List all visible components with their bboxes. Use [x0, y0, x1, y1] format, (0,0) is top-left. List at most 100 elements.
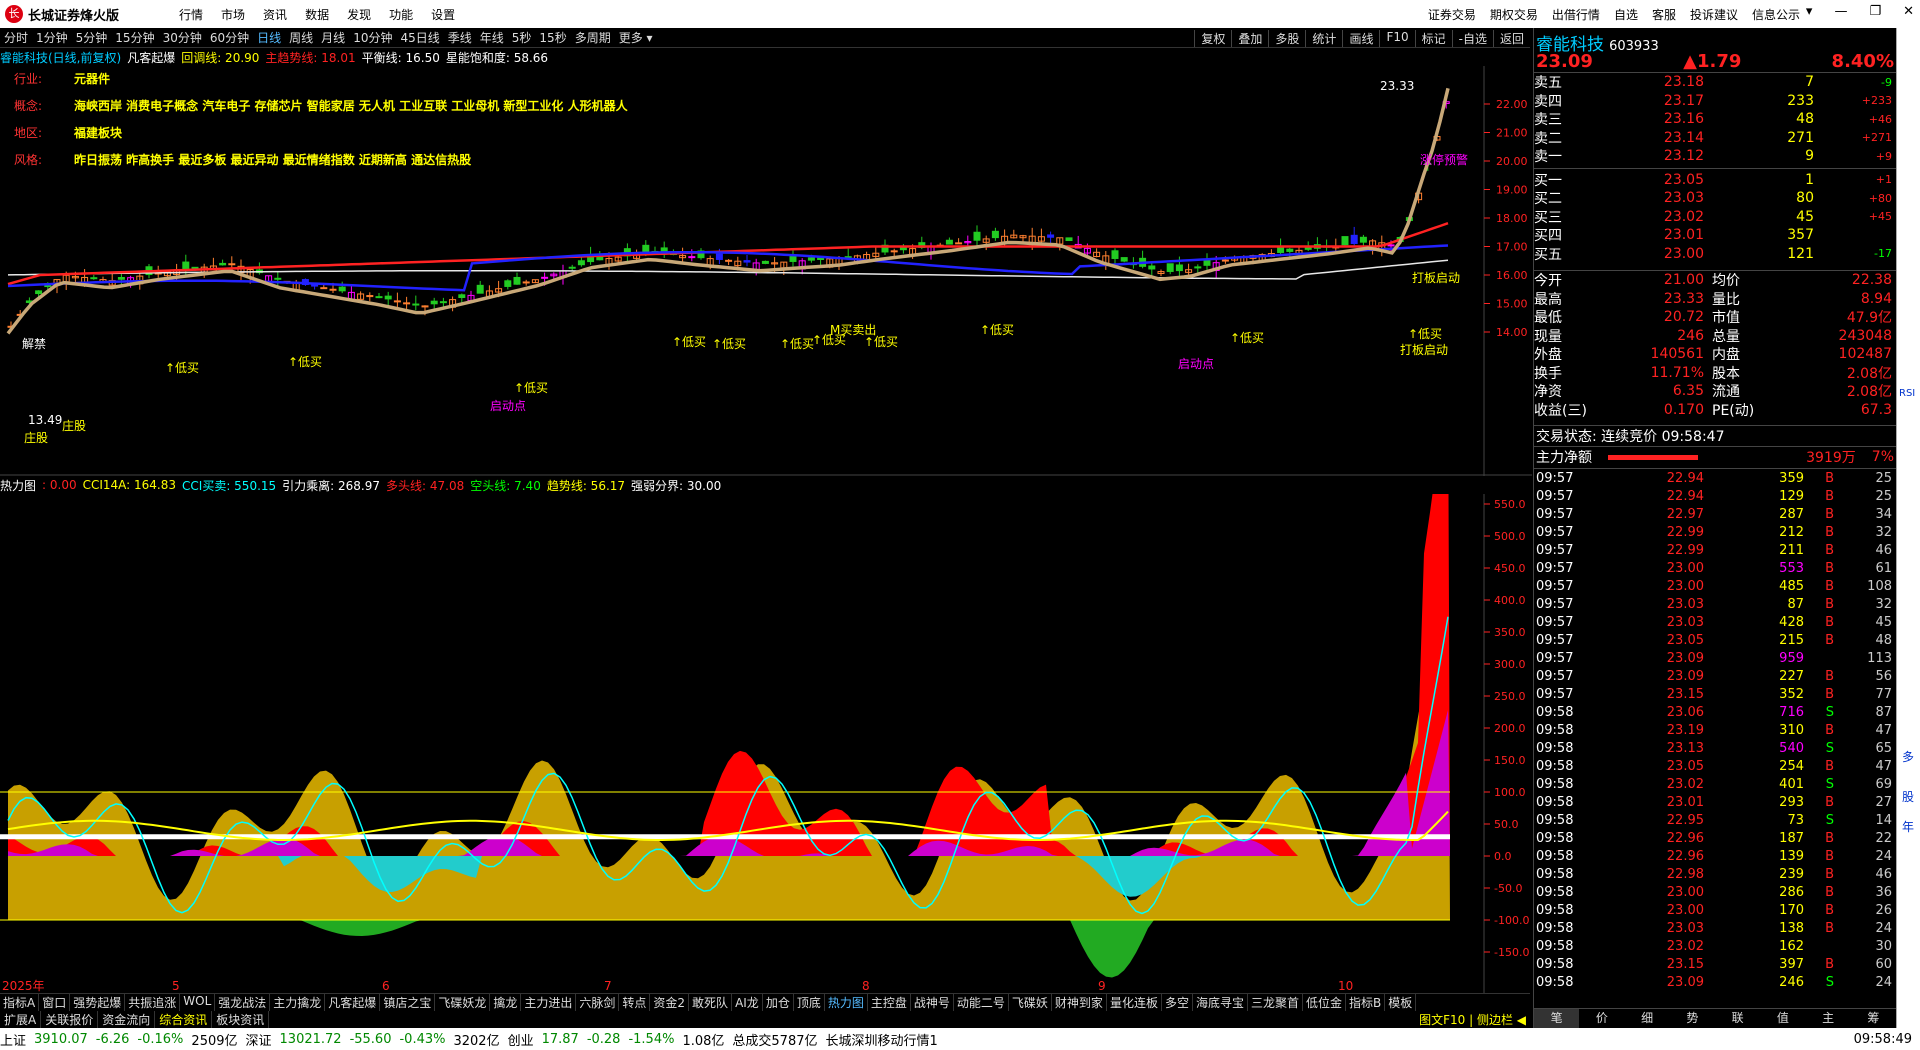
menu-functions[interactable]: 功能 [389, 6, 413, 23]
sz-index-label[interactable]: 深证 [246, 1030, 272, 1049]
tag-concept-value[interactable]: 海峡西岸 消费电子概念 汽车电子 存储芯片 智能家居 无人机 工业互联 工业母机… [74, 97, 628, 124]
close-icon[interactable]: ✕ [1903, 4, 1914, 19]
indicator-tab[interactable]: 镇店之宝 [380, 994, 436, 1011]
period-tab[interactable]: 月线 [317, 29, 349, 46]
menu-market[interactable]: 市场 [221, 6, 245, 23]
period-tab[interactable]: 60分钟 [206, 29, 253, 46]
remove-watch-button[interactable]: -自选 [1451, 30, 1493, 47]
indicator-tab[interactable]: 量化连板 [1107, 994, 1162, 1011]
menu-settings[interactable]: 设置 [431, 6, 455, 23]
indicator-tab[interactable]: 主力进出 [521, 994, 577, 1011]
menu-discover[interactable]: 发现 [347, 6, 371, 23]
indicator-tab[interactable]: 资金2 [650, 994, 690, 1011]
restore-icon[interactable]: ❐ [1869, 4, 1881, 19]
panel-tab[interactable]: 价 [1579, 1009, 1624, 1028]
period-more[interactable]: 更多 ▾ [615, 29, 657, 46]
bid-row[interactable]: 买一 23.05 1 +1 [1534, 171, 1896, 190]
period-tab[interactable]: 多周期 [571, 29, 615, 46]
indicator-tab[interactable]: 战神号 [911, 994, 954, 1011]
period-tab[interactable]: 5分钟 [72, 29, 112, 46]
indicator-tab[interactable]: WOL [180, 994, 216, 1011]
bid-row[interactable]: 买三 23.02 45 +45 [1534, 208, 1896, 227]
sidebar-year[interactable]: 年 [1902, 818, 1914, 835]
period-tab[interactable]: 1分钟 [32, 29, 72, 46]
menu-news[interactable]: 资讯 [263, 6, 287, 23]
ext-tab[interactable]: 板块资讯 [212, 1011, 270, 1028]
period-tab[interactable]: 15秒 [535, 29, 570, 46]
indicator-tab[interactable]: 飞碟妖龙 [435, 994, 491, 1011]
indicator-tab[interactable]: 财神到家 [1052, 994, 1107, 1011]
indicator-tab[interactable]: 飞碟妖 [1009, 994, 1052, 1011]
indicator-name[interactable]: 凡客起爆 [127, 49, 175, 66]
period-tab[interactable]: 15分钟 [111, 29, 158, 46]
heatmap-indicator-name[interactable]: 热力图 [0, 477, 36, 494]
ext-tab[interactable]: 关联报价 [41, 1011, 99, 1028]
menu-data[interactable]: 数据 [305, 6, 329, 23]
period-tab[interactable]: 季线 [444, 29, 476, 46]
indicator-tab[interactable]: 强势起爆 [70, 994, 126, 1011]
indicator-tab[interactable]: 低位金 [1303, 994, 1347, 1011]
minimize-icon[interactable]: — [1834, 4, 1847, 19]
heatmap-indicator-chart[interactable]: 550.0500.0450.0400.0350.0300.0250.0200.0… [0, 494, 1532, 994]
bid-row[interactable]: 买二 23.03 80 +80 [1534, 189, 1896, 208]
ext-tab-active[interactable]: 综合资讯 [155, 1011, 213, 1028]
indicator-tab[interactable]: 多空 [1162, 994, 1193, 1011]
period-tab[interactable]: 年线 [476, 29, 508, 46]
indicator-tab[interactable]: 指标A [0, 994, 40, 1011]
period-tab[interactable]: 45日线 [396, 29, 443, 46]
ext-tab[interactable]: 扩展A [0, 1011, 42, 1028]
tick-list[interactable]: 09:57 22.94 359 B 25 09:57 22.94 129 B 25 09:57 22.… [1534, 468, 1896, 991]
sidebar-stock[interactable]: 股 [1902, 788, 1914, 805]
panel-tab[interactable]: 筹 [1851, 1009, 1896, 1028]
bid-row[interactable]: 买四 23.01 357 [1534, 226, 1896, 245]
sidebar-toggle[interactable]: 图文F10 | 侧边栏 ◀ [1415, 1011, 1530, 1028]
indicator-tab[interactable]: 指标B [1346, 994, 1386, 1011]
tag-industry-value[interactable]: 元器件 [74, 70, 110, 97]
draw-button[interactable]: 画线 [1342, 30, 1379, 47]
ask-row[interactable]: 卖三 23.16 48 +46 [1534, 110, 1896, 129]
indicator-tab[interactable]: 窗口 [39, 994, 71, 1011]
watchlist-link[interactable]: 自选 [1614, 6, 1638, 23]
panel-tab[interactable]: 联 [1715, 1009, 1760, 1028]
ext-tab[interactable]: 资金流向 [98, 1011, 156, 1028]
multi-stock-button[interactable]: 多股 [1268, 30, 1305, 47]
disclosure-link[interactable]: 信息公示 [1752, 6, 1800, 23]
period-tab[interactable]: 5秒 [508, 29, 536, 46]
indicator-tab[interactable]: 主力擒龙 [270, 994, 326, 1011]
ask-row[interactable]: 卖一 23.12 9 +9 [1534, 147, 1896, 166]
options-trading-link[interactable]: 期权交易 [1490, 6, 1538, 23]
securities-trading-link[interactable]: 证券交易 [1428, 6, 1476, 23]
back-button[interactable]: 返回 [1492, 30, 1530, 47]
support-link[interactable]: 客服 [1652, 6, 1676, 23]
indicator-tab[interactable]: 海底寻宝 [1193, 994, 1248, 1011]
indicator-tab[interactable]: 三龙聚首 [1248, 994, 1303, 1011]
panel-tab[interactable]: 势 [1670, 1009, 1715, 1028]
indicator-tab[interactable]: 共振追涨 [125, 994, 181, 1011]
indicator-tab[interactable]: 擒龙 [490, 994, 522, 1011]
panel-tab[interactable]: 值 [1760, 1009, 1805, 1028]
dropdown-icon[interactable]: ▾ [1806, 4, 1813, 19]
menu-quotes[interactable]: 行情 [179, 6, 203, 23]
tag-style-value[interactable]: 昨日振荡 昨高换手 最近多板 最近异动 最近情绪指数 近期新高 通达信热股 [74, 151, 471, 178]
tag-region-value[interactable]: 福建板块 [74, 124, 122, 151]
mark-button[interactable]: 标记 [1414, 30, 1452, 47]
period-tab[interactable]: 周线 [285, 29, 317, 46]
period-tab[interactable]: 10分钟 [349, 29, 396, 46]
indicator-tab[interactable]: 强龙战法 [215, 994, 271, 1011]
period-tab[interactable]: 分时 [0, 29, 32, 46]
ask-row[interactable]: 卖四 23.17 233 +233 [1534, 92, 1896, 111]
indicator-tab[interactable]: 六脉剑 [576, 994, 620, 1011]
ask-row[interactable]: 卖五 23.18 7 -9 [1534, 73, 1896, 92]
stats-button[interactable]: 统计 [1305, 30, 1342, 47]
complaint-link[interactable]: 投诉建议 [1690, 6, 1738, 23]
cy-index-label[interactable]: 创业 [508, 1030, 534, 1049]
sidebar-multi[interactable]: 多 [1902, 748, 1914, 765]
indicator-tab[interactable]: 动能二号 [954, 994, 1009, 1011]
period-tab[interactable]: 30分钟 [159, 29, 206, 46]
lending-quotes-link[interactable]: 出借行情 [1552, 6, 1600, 23]
sh-index-label[interactable]: 上证 [0, 1030, 26, 1049]
indicator-tab[interactable]: AI龙 [732, 994, 763, 1011]
panel-tab[interactable]: 细 [1625, 1009, 1670, 1028]
adjust-button[interactable]: 复权 [1194, 30, 1231, 47]
panel-tab[interactable]: 笔 [1534, 1009, 1580, 1028]
